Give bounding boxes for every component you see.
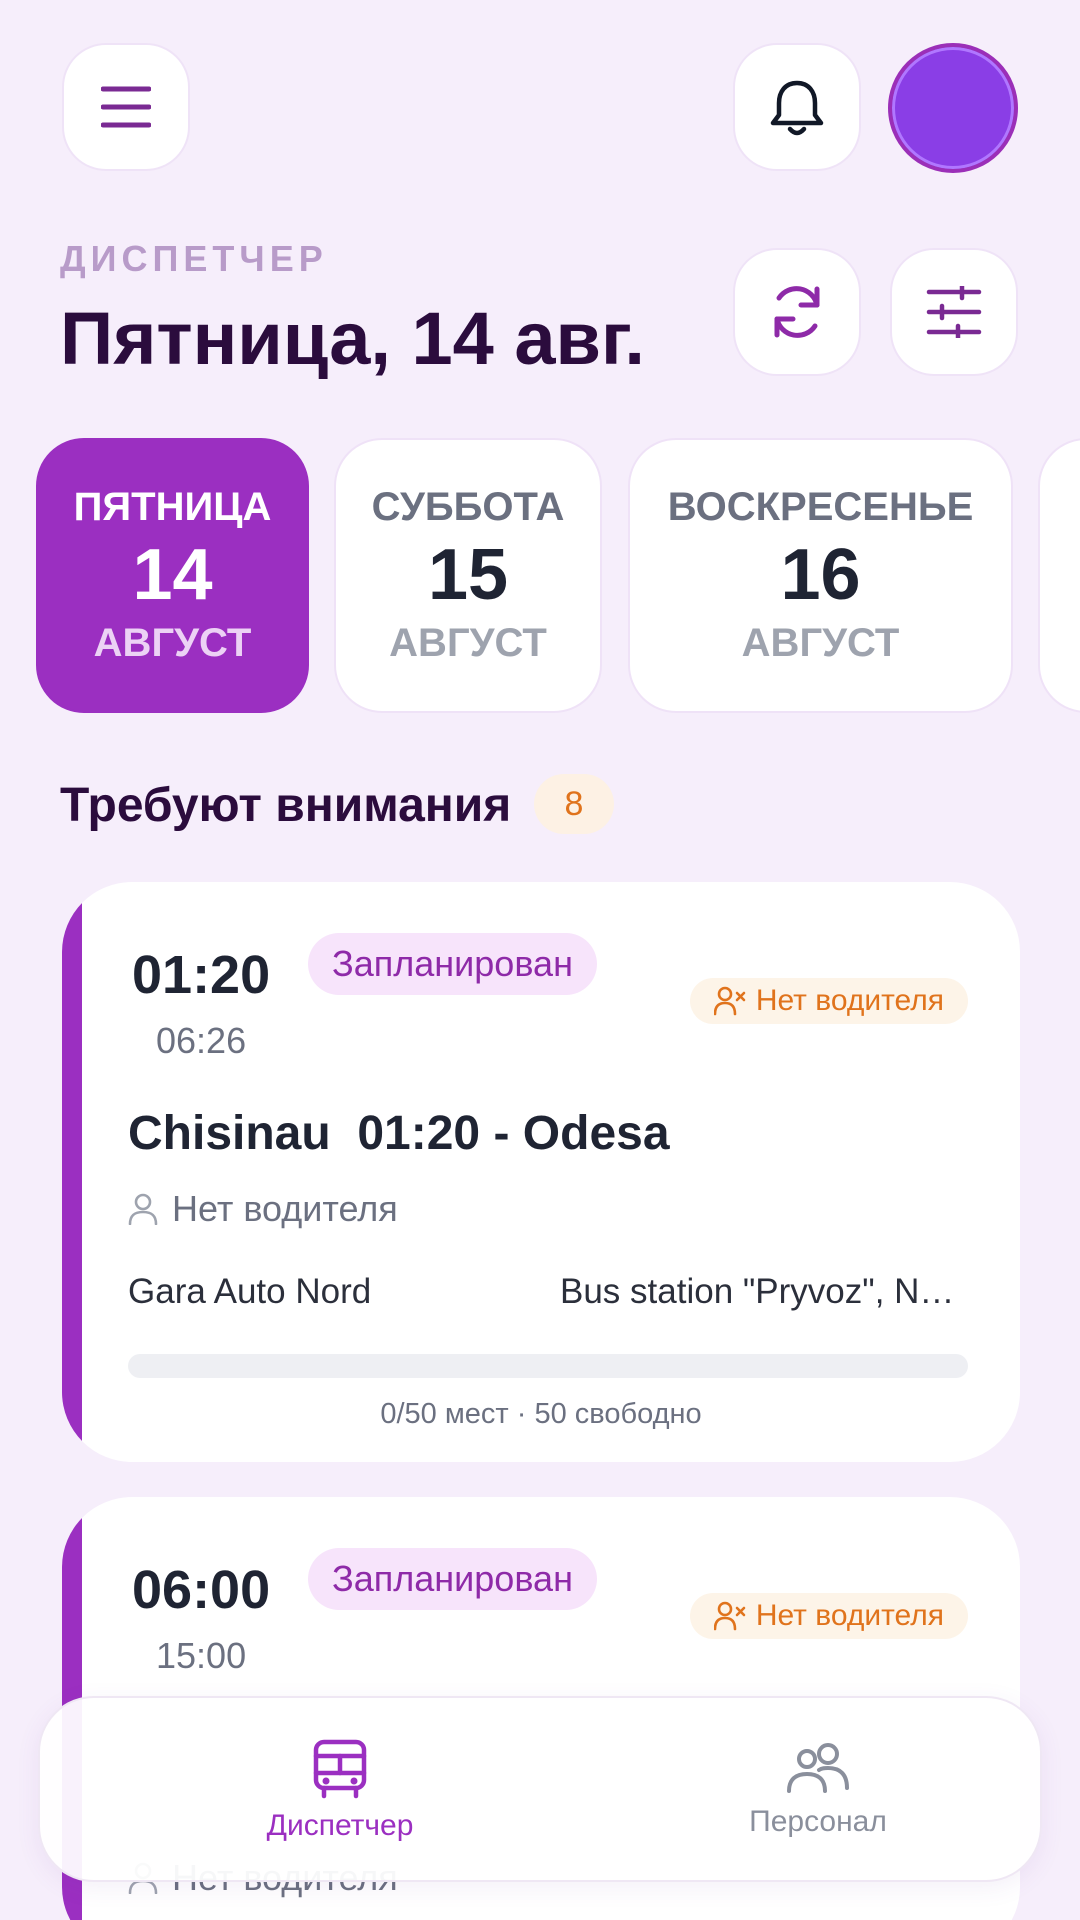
filters-button[interactable] [890, 248, 1018, 376]
trip-card[interactable]: 01:20 06:26 Запланирован Нет водителя Ch… [62, 882, 1020, 1462]
user-icon [128, 1193, 158, 1225]
day-card-next[interactable] [1038, 438, 1080, 713]
arrival-time: 15:00 [156, 1635, 247, 1676]
day-name: ВОСКРЕСЕНЬЕ [667, 484, 974, 529]
no-driver-badge: Нет водителя [689, 978, 968, 1024]
refresh-icon [774, 286, 820, 338]
no-driver-badge-label: Нет водителя [755, 984, 944, 1017]
sliders-icon [926, 286, 982, 338]
day-name: ПЯТНИЦА [73, 484, 272, 529]
menu-icon [101, 86, 151, 128]
no-driver-badge-label: Нет водителя [755, 1599, 944, 1632]
day-number: 16 [780, 534, 861, 615]
day-card-sunday[interactable]: ВОСКРЕСЕНЬЕ 16 АВГУСТ [628, 438, 1013, 713]
menu-button[interactable] [62, 43, 190, 171]
nav-staff-label: Персонал [749, 1805, 887, 1838]
attention-count-badge: 8 [534, 774, 614, 834]
nav-dispatcher-label: Диспетчер [266, 1809, 414, 1842]
user-x-icon [713, 986, 746, 1016]
bell-icon [770, 80, 824, 136]
destination-station: Bus station "Pryvoz", Novoshchepnyi Riad… [560, 1272, 968, 1311]
day-month: АВГУСТ [389, 621, 547, 666]
occupancy-bar [128, 1354, 968, 1378]
avatar[interactable] [888, 43, 1018, 173]
page-eyebrow: ДИСПЕТЧЕР [60, 238, 328, 279]
page-title: Пятница, 14 авг. [60, 297, 645, 380]
arrival-time: 06:26 [156, 1020, 247, 1061]
bottom-navigation: Диспетчер Персонал [38, 1696, 1042, 1882]
departure-time: 01:20 [132, 945, 271, 1005]
user-x-icon [713, 1601, 746, 1631]
departure-time: 06:00 [132, 1560, 271, 1620]
seats-summary: 0/50 мест · 50 свободно [380, 1398, 702, 1430]
route-title: Chisinau 01:20 - Odesa [128, 1107, 670, 1160]
users-icon [787, 1743, 849, 1793]
day-card-saturday[interactable]: СУББОТА 15 АВГУСТ [334, 438, 602, 713]
day-month: АВГУСТ [741, 621, 900, 666]
attention-title: Требуют внимания [60, 779, 512, 832]
driver-label: Нет водителя [172, 1188, 398, 1229]
day-selector: ПЯТНИЦА 14 АВГУСТ СУББОТА 15 АВГУСТ ВОСК… [0, 438, 1080, 713]
refresh-button[interactable] [733, 248, 861, 376]
no-driver-badge: Нет водителя [689, 1593, 968, 1639]
nav-staff[interactable]: Персонал [638, 1698, 998, 1884]
bus-icon [313, 1739, 367, 1799]
day-month: АВГУСТ [93, 621, 252, 666]
day-name: СУББОТА [371, 484, 565, 529]
card-accent [62, 882, 82, 1462]
nav-dispatcher[interactable]: Диспетчер [160, 1698, 520, 1884]
status-badge: Запланирован [308, 933, 597, 995]
day-number: 14 [132, 534, 213, 615]
driver-row: Нет водителя [128, 1188, 398, 1230]
day-card-friday[interactable]: ПЯТНИЦА 14 АВГУСТ [36, 438, 309, 713]
status-badge: Запланирован [308, 1548, 597, 1610]
origin-station: Gara Auto Nord [128, 1272, 372, 1311]
notifications-button[interactable] [733, 43, 861, 171]
day-number: 15 [427, 534, 509, 615]
